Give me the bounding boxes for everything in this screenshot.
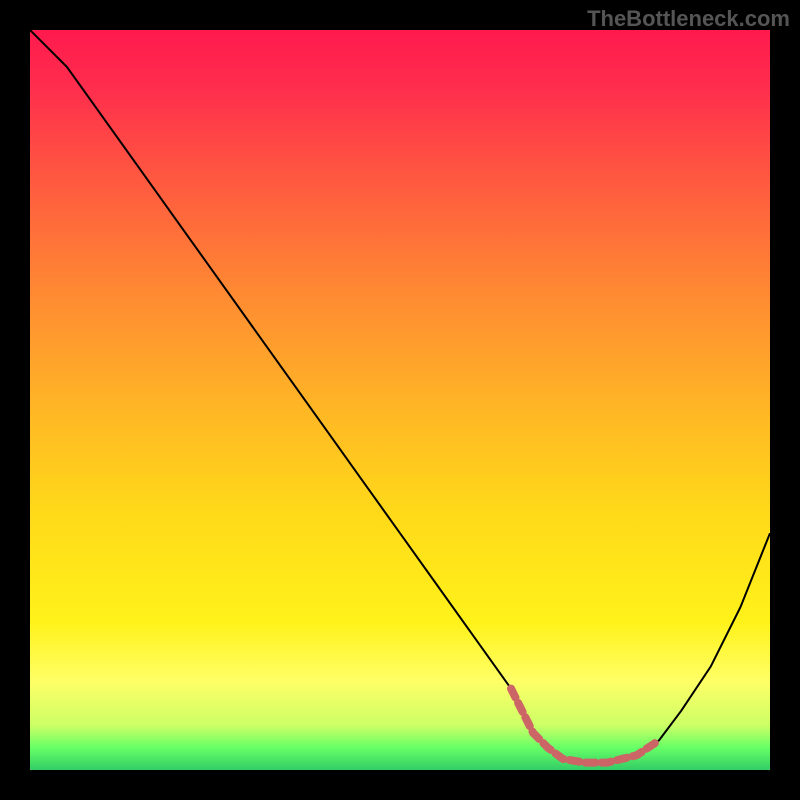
watermark-text: TheBottleneck.com [587, 6, 790, 32]
chart-container [30, 30, 770, 770]
chart-svg [30, 30, 770, 770]
gradient-background [30, 30, 770, 770]
